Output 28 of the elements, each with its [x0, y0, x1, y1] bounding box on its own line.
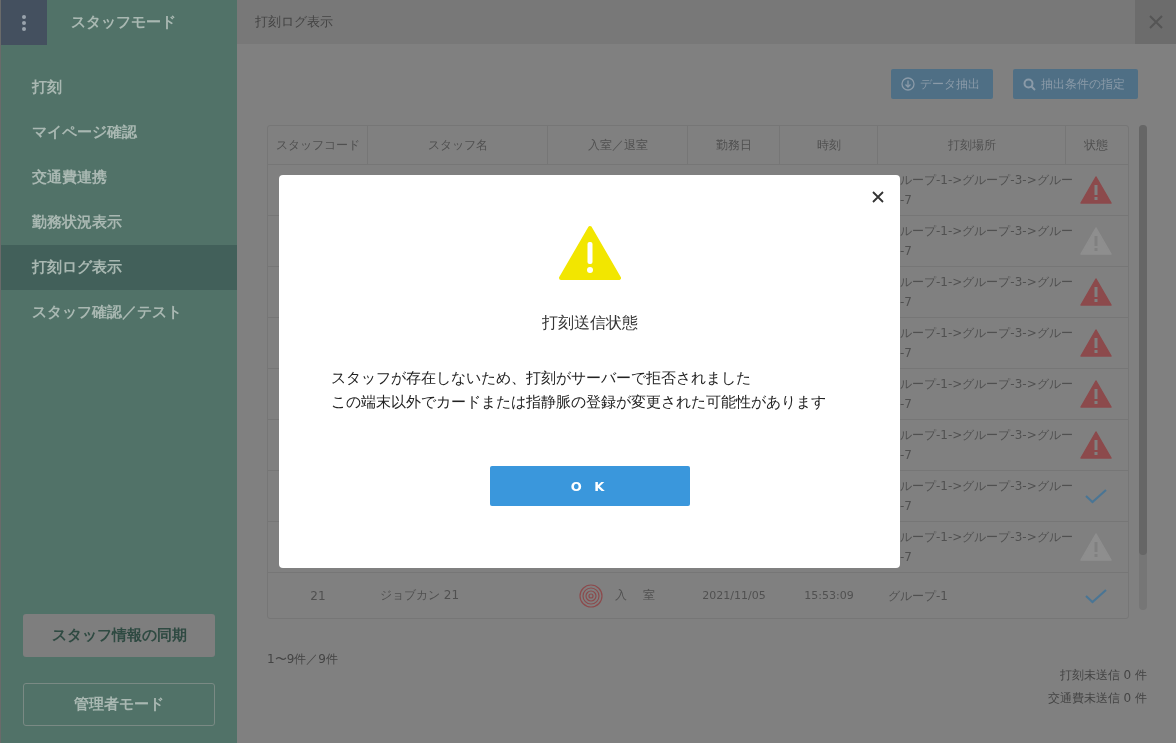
close-button[interactable] — [870, 189, 886, 205]
dialog-message: スタッフが存在しないため、打刻がサーバーで拒否されました — [331, 368, 752, 389]
admin-mode-button[interactable]: 管理者モード — [23, 683, 215, 726]
checkmark-icon — [1084, 587, 1108, 604]
warning-icon — [1080, 278, 1112, 306]
warning-icon — [1080, 431, 1112, 459]
search-icon — [1023, 77, 1036, 91]
sidebar-item[interactable]: 打刻ログ表示 — [1, 245, 237, 290]
sidebar-item[interactable]: 交通費連携 — [1, 155, 237, 200]
sidebar-item[interactable]: マイページ確認 — [1, 110, 237, 155]
dialog-message: この端末以外でカードまたは指静脈の登録が変更された可能性があります — [331, 392, 826, 413]
sidebar-item[interactable]: 打刻 — [1, 65, 237, 110]
ok-button[interactable]: O K — [489, 466, 690, 506]
close-icon — [872, 191, 884, 203]
warning-icon — [1080, 176, 1112, 204]
sidebar-item[interactable]: 勤務状況表示 — [1, 200, 237, 245]
sidebar-item[interactable]: スタッフ確認／テスト — [1, 290, 237, 335]
checkmark-icon — [1084, 488, 1108, 504]
download-icon — [901, 77, 915, 91]
mode-title: スタッフモード — [71, 13, 176, 32]
sync-button[interactable]: スタッフ情報の同期 — [23, 614, 215, 657]
menu-button[interactable] — [1, 0, 47, 45]
warning-icon — [1080, 380, 1112, 408]
menu-icon — [21, 13, 27, 32]
warning-icon — [1080, 329, 1112, 357]
dialog-title: 打刻送信状態 — [541, 313, 638, 334]
scrollbar[interactable] — [1139, 125, 1147, 610]
warning-icon — [557, 225, 622, 281]
